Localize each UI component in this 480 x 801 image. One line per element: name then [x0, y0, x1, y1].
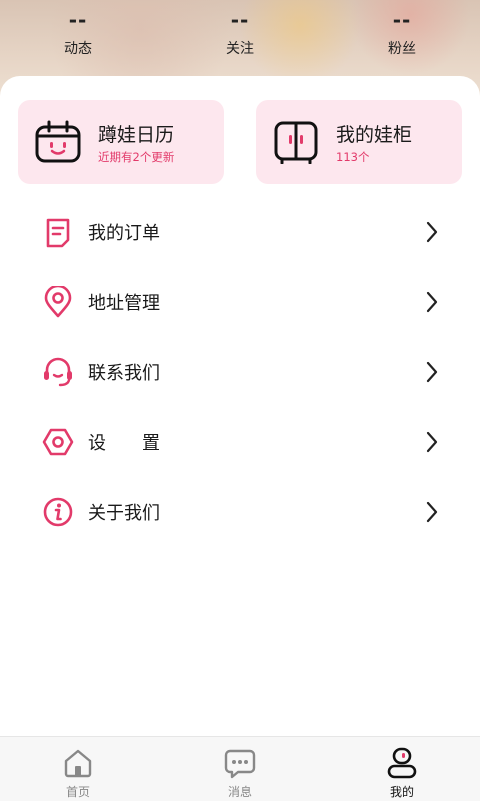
menu-item-orders-label: 我的订单 — [88, 223, 160, 244]
menu-item-address-label: 地址管理 — [88, 293, 160, 314]
tab-home[interactable]: 首页 — [38, 737, 118, 801]
stat-followers-value: -- — [392, 8, 412, 32]
stat-followers[interactable]: -- 粉丝 — [362, 8, 442, 58]
order-icon — [46, 218, 70, 248]
settings-hexagon-icon — [42, 428, 74, 456]
menu-item-contact[interactable]: 联系我们 — [0, 342, 480, 402]
info-icon — [43, 497, 73, 527]
chevron-right-icon — [426, 361, 438, 383]
tab-profile[interactable]: 我的 — [362, 737, 442, 801]
tab-profile-label: 我的 — [389, 785, 414, 799]
calendar-card[interactable]: 蹲娃日历 近期有2个更新 — [18, 100, 224, 184]
menu-item-settings[interactable]: 设 置 — [0, 412, 480, 472]
profile-panel: 蹲娃日历 近期有2个更新 我的娃柜 113个 我的订单 地址管理 联系我们 设 … — [0, 76, 480, 736]
menu-item-contact-label: 联系我们 — [88, 363, 160, 384]
home-icon — [64, 749, 92, 778]
bottom-tab-bar: 首页 消息 我的 — [0, 736, 480, 801]
menu-item-address[interactable]: 地址管理 — [0, 272, 480, 332]
cabinet-card-title: 我的娃柜 — [336, 124, 413, 146]
cabinet-card[interactable]: 我的娃柜 113个 — [256, 100, 462, 184]
calendar-face-icon — [35, 120, 81, 163]
chevron-right-icon — [426, 291, 438, 313]
menu-item-settings-label: 设 置 — [88, 433, 160, 454]
menu-item-about-label: 关于我们 — [88, 503, 160, 524]
chevron-right-icon — [426, 431, 438, 453]
stat-posts-label: 动态 — [64, 41, 92, 57]
stat-following-value: -- — [230, 8, 250, 32]
stat-followers-label: 粉丝 — [388, 41, 416, 57]
chevron-right-icon — [426, 501, 438, 523]
menu-item-orders[interactable]: 我的订单 — [0, 202, 480, 262]
headset-icon — [44, 357, 72, 387]
calendar-card-title: 蹲娃日历 — [98, 124, 175, 146]
menu-item-about[interactable]: 关于我们 — [0, 482, 480, 542]
stat-posts-value: -- — [68, 8, 88, 32]
cabinet-icon — [274, 121, 318, 164]
stat-posts[interactable]: -- 动态 — [38, 8, 118, 58]
calendar-card-subtitle: 近期有2个更新 — [98, 150, 175, 164]
stat-following[interactable]: -- 关注 — [200, 8, 280, 58]
message-icon — [224, 749, 256, 779]
profile-icon — [387, 747, 417, 779]
tab-home-label: 首页 — [65, 785, 90, 799]
tab-messages[interactable]: 消息 — [200, 737, 280, 801]
location-pin-icon — [44, 286, 72, 318]
cabinet-card-subtitle: 113个 — [336, 150, 370, 164]
stat-following-label: 关注 — [226, 41, 254, 57]
tab-messages-label: 消息 — [227, 785, 252, 799]
chevron-right-icon — [426, 221, 438, 243]
profile-stats: -- 动态 -- 关注 -- 粉丝 — [0, 8, 480, 68]
